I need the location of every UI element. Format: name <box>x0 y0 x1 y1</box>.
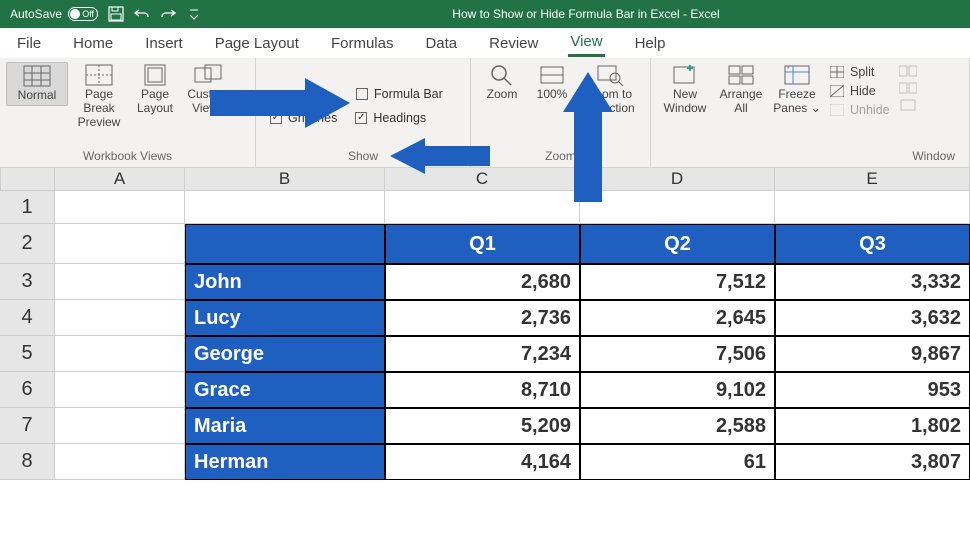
new-window-button[interactable]: New Window <box>657 62 713 118</box>
undo-icon[interactable] <box>134 6 150 22</box>
cell[interactable]: 3,332 <box>775 264 970 300</box>
cell[interactable]: 9,867 <box>775 336 970 372</box>
title-bar: AutoSave Off How to Show or Hide Formula… <box>0 0 970 28</box>
cell[interactable]: Lucy <box>185 300 385 336</box>
row-header[interactable]: 2 <box>0 224 55 264</box>
cell[interactable]: Herman <box>185 444 385 480</box>
cell[interactable] <box>55 444 185 480</box>
cell[interactable]: George <box>185 336 385 372</box>
cell[interactable]: 4,164 <box>385 444 580 480</box>
cell[interactable]: 9,102 <box>580 372 775 408</box>
row-header[interactable]: 4 <box>0 300 55 336</box>
cell[interactable]: Q3 <box>775 224 970 264</box>
cell[interactable] <box>55 300 185 336</box>
sync-scrolling-icon <box>899 81 917 95</box>
zoom-button[interactable]: Zoom <box>477 62 527 104</box>
cell[interactable] <box>55 336 185 372</box>
autosave-label: AutoSave <box>10 7 62 21</box>
column-header[interactable]: E <box>775 168 970 191</box>
column-header[interactable]: A <box>55 168 185 191</box>
cell[interactable]: Q2 <box>580 224 775 264</box>
cell[interactable]: 5,209 <box>385 408 580 444</box>
cell[interactable]: 8,710 <box>385 372 580 408</box>
zoom-group-label: Zoom <box>477 149 644 165</box>
svg-text:*: * <box>787 66 790 73</box>
tab-insert[interactable]: Insert <box>143 31 185 56</box>
cell[interactable] <box>55 191 185 224</box>
cell[interactable]: 61 <box>580 444 775 480</box>
document-title: How to Show or Hide Formula Bar in Excel… <box>202 7 970 21</box>
cell[interactable] <box>775 191 970 224</box>
row-header[interactable]: 5 <box>0 336 55 372</box>
cell[interactable]: Maria <box>185 408 385 444</box>
annotation-arrow-up <box>563 72 613 202</box>
hide-button[interactable]: Hide <box>829 83 891 99</box>
cell[interactable]: 2,645 <box>580 300 775 336</box>
save-icon[interactable] <box>108 6 124 22</box>
cell[interactable]: 3,807 <box>775 444 970 480</box>
cell[interactable] <box>185 191 385 224</box>
view-side-by-side-icon <box>899 64 917 78</box>
cell[interactable] <box>55 408 185 444</box>
cell[interactable]: 2,736 <box>385 300 580 336</box>
autosave-toggle[interactable]: AutoSave Off <box>10 7 98 21</box>
cell[interactable]: 7,234 <box>385 336 580 372</box>
workbook-views-group-label: Workbook Views <box>6 149 249 165</box>
row-header[interactable]: 1 <box>0 191 55 224</box>
cell[interactable] <box>55 264 185 300</box>
cell[interactable]: 2,680 <box>385 264 580 300</box>
annotation-arrow-right <box>210 78 350 128</box>
tab-home[interactable]: Home <box>71 31 115 56</box>
cell[interactable]: 1,802 <box>775 408 970 444</box>
freeze-panes-button[interactable]: * Freeze Panes ⌄ <box>769 62 825 118</box>
tab-review[interactable]: Review <box>487 31 540 56</box>
cell[interactable] <box>55 224 185 264</box>
ribbon: Normal Page Break Preview Page Layout Cu… <box>0 58 970 168</box>
cell[interactable]: 3,632 <box>775 300 970 336</box>
qat-dropdown-icon[interactable] <box>186 6 202 22</box>
spreadsheet[interactable]: ABCDE 12Q1Q2Q33John2,6807,5123,3324Lucy2… <box>0 168 970 480</box>
cell[interactable]: 2,588 <box>580 408 775 444</box>
autosave-switch[interactable]: Off <box>68 7 98 21</box>
row-header[interactable]: 6 <box>0 372 55 408</box>
tab-page-layout[interactable]: Page Layout <box>213 31 301 56</box>
cell[interactable] <box>185 224 385 264</box>
ribbon-tabs: File Home Insert Page Layout Formulas Da… <box>0 28 970 58</box>
arrange-all-button[interactable]: Arrange All <box>713 62 769 118</box>
page-break-preview-button[interactable]: Page Break Preview <box>68 62 130 131</box>
cell[interactable] <box>55 372 185 408</box>
cell[interactable]: Grace <box>185 372 385 408</box>
tab-view[interactable]: View <box>568 29 604 57</box>
annotation-arrow-left <box>390 138 490 174</box>
tab-file[interactable]: File <box>15 31 43 56</box>
cell[interactable]: 7,506 <box>580 336 775 372</box>
cell[interactable]: John <box>185 264 385 300</box>
formula-bar-checkbox[interactable]: Formula Bar <box>352 84 447 104</box>
checkbox-icon <box>356 88 368 100</box>
row-header[interactable]: 8 <box>0 444 55 480</box>
column-header[interactable]: B <box>185 168 385 191</box>
select-all-corner[interactable] <box>0 168 55 191</box>
redo-icon[interactable] <box>160 6 176 22</box>
row-header[interactable]: 7 <box>0 408 55 444</box>
window-group-label: Window <box>657 149 963 165</box>
tab-data[interactable]: Data <box>423 31 459 56</box>
row-header[interactable]: 3 <box>0 264 55 300</box>
cell[interactable]: 7,512 <box>580 264 775 300</box>
page-layout-button[interactable]: Page Layout <box>130 62 180 118</box>
cell[interactable] <box>385 191 580 224</box>
tab-help[interactable]: Help <box>633 31 668 56</box>
headings-checkbox[interactable]: ✓ Headings <box>351 108 430 128</box>
split-button[interactable]: Split <box>829 64 891 80</box>
reset-window-icon <box>899 98 917 112</box>
unhide-button: Unhide <box>829 102 891 118</box>
tab-formulas[interactable]: Formulas <box>329 31 396 56</box>
normal-view-button[interactable]: Normal <box>6 62 68 106</box>
cell[interactable]: Q1 <box>385 224 580 264</box>
checkbox-icon: ✓ <box>355 112 367 124</box>
cell[interactable]: 953 <box>775 372 970 408</box>
